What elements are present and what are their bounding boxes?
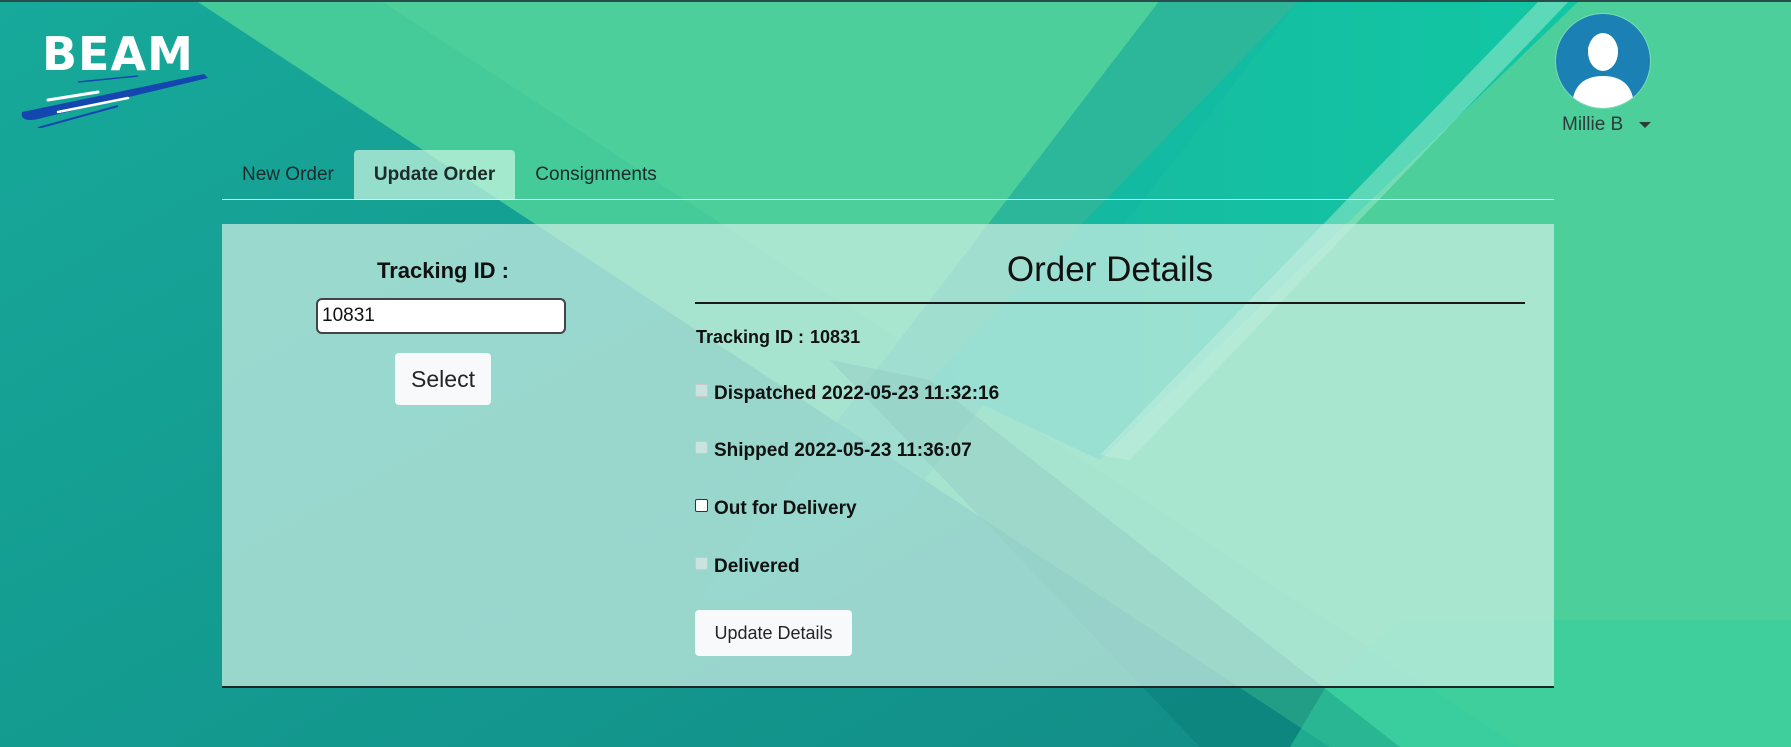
- divider: [695, 302, 1525, 304]
- status-dispatched: Dispatched 2022-05-23 11:32:16: [695, 383, 999, 405]
- status-label: Shipped 2022-05-23 11:36:07: [714, 440, 972, 461]
- order-details-title: Order Details: [1006, 250, 1214, 289]
- user-name: Millie B: [1562, 114, 1624, 135]
- shipped-checkbox: [695, 440, 708, 454]
- status-label: Dispatched 2022-05-23 11:32:16: [714, 383, 1000, 404]
- status-shipped: Shipped 2022-05-23 11:36:07: [695, 440, 972, 462]
- user-menu[interactable]: Millie B: [1562, 113, 1652, 137]
- tab-new-order[interactable]: New Order: [222, 150, 354, 199]
- order-tracking-id: Tracking ID : 10831: [696, 327, 860, 348]
- select-button[interactable]: Select: [395, 353, 491, 405]
- status-delivered: Delivered: [695, 556, 800, 578]
- update-order-panel: Tracking ID : Select Order Details Track…: [222, 224, 1554, 688]
- order-tracking-value: 10831: [810, 327, 861, 347]
- top-border: [0, 0, 1791, 2]
- user-avatar-icon: [1572, 33, 1634, 108]
- status-label: Delivered: [714, 556, 800, 577]
- out-for-delivery-checkbox[interactable]: [695, 498, 708, 512]
- user-avatar[interactable]: [1556, 14, 1650, 108]
- delivered-checkbox: [695, 556, 708, 570]
- tab-update-order[interactable]: Update Order: [353, 150, 516, 199]
- tracking-id-label: Tracking ID :: [376, 258, 510, 283]
- dispatched-checkbox: [695, 383, 708, 397]
- update-details-button[interactable]: Update Details: [695, 610, 852, 656]
- beam-logo[interactable]: BEAM: [18, 28, 214, 128]
- order-tracking-label: Tracking ID :: [696, 327, 805, 347]
- status-out-for-delivery[interactable]: Out for Delivery: [695, 498, 857, 520]
- order-details-section: Order Details Tracking ID : 10831 Dispat…: [695, 224, 1525, 686]
- nav-tabs: New Order Update Order Consignments: [222, 150, 1554, 200]
- search-section: Tracking ID : Select: [222, 224, 664, 686]
- tracking-id-input[interactable]: [316, 298, 566, 334]
- caret-down-icon: [1639, 122, 1652, 128]
- status-label: Out for Delivery: [714, 498, 857, 519]
- logo-swoosh-icon: [21, 74, 208, 128]
- tab-consignments[interactable]: Consignments: [515, 150, 676, 199]
